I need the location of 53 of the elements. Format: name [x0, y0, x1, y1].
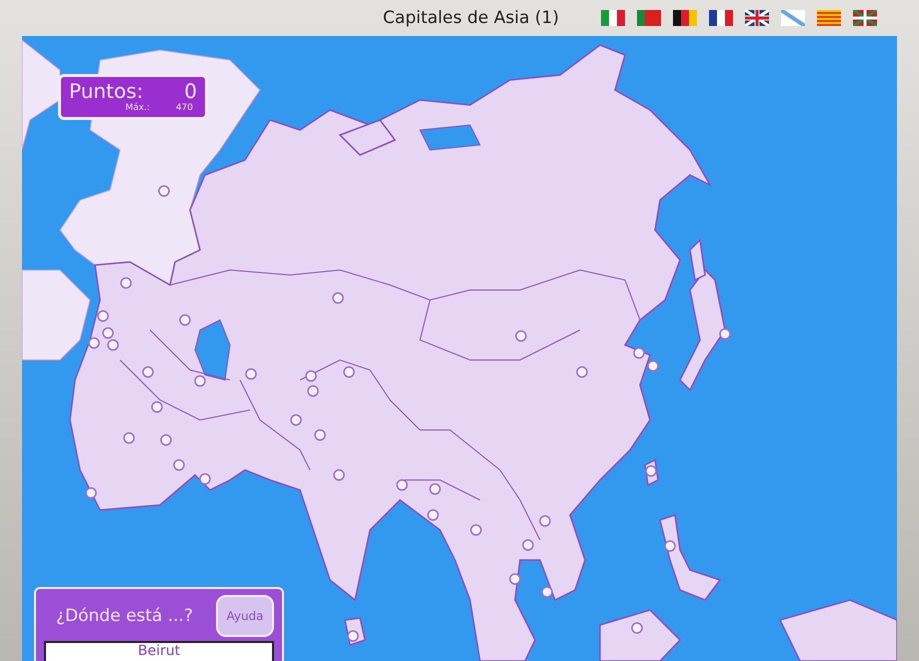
capital-marker[interactable] — [429, 483, 441, 495]
capital-marker[interactable] — [470, 524, 482, 536]
flag-icon[interactable] — [709, 10, 733, 26]
capital-marker[interactable] — [173, 459, 185, 471]
flag-icon[interactable] — [673, 10, 697, 26]
capital-marker[interactable] — [120, 277, 132, 289]
capital-marker[interactable] — [515, 330, 527, 342]
capital-marker[interactable] — [160, 434, 172, 446]
capital-marker[interactable] — [151, 401, 163, 413]
capital-marker[interactable] — [85, 487, 97, 499]
max-label: Máx.: — [125, 103, 150, 113]
flag-icon[interactable] — [601, 10, 625, 26]
capital-marker[interactable] — [179, 314, 191, 326]
score-label: Puntos: — [69, 79, 144, 103]
capital-marker[interactable] — [142, 366, 154, 378]
capital-marker[interactable] — [314, 429, 326, 441]
capital-marker[interactable] — [332, 292, 344, 304]
flag-icon[interactable] — [853, 10, 877, 26]
capital-marker[interactable] — [522, 539, 534, 551]
capital-marker[interactable] — [102, 327, 114, 339]
capital-marker[interactable] — [107, 339, 119, 351]
capital-marker[interactable] — [194, 375, 206, 387]
capital-marker[interactable] — [576, 366, 588, 378]
answer-box: Beirut — [44, 641, 274, 661]
capital-marker[interactable] — [719, 328, 731, 340]
capital-marker[interactable] — [664, 540, 676, 552]
max-value: 470 — [176, 103, 193, 113]
capital-marker[interactable] — [647, 360, 659, 372]
capital-marker[interactable] — [539, 515, 551, 527]
capital-marker[interactable] — [245, 368, 257, 380]
capital-marker[interactable] — [631, 622, 643, 634]
capital-marker[interactable] — [307, 385, 319, 397]
capital-marker[interactable] — [541, 586, 553, 598]
help-button[interactable]: Ayuda — [216, 595, 274, 637]
window-title: Capitales de Asia (1) — [382, 8, 559, 28]
capital-marker[interactable] — [97, 310, 109, 322]
capital-marker[interactable] — [633, 347, 645, 359]
score-value: 0 — [184, 79, 197, 103]
capital-marker[interactable] — [158, 185, 170, 197]
flag-icon[interactable] — [745, 10, 769, 26]
capital-marker[interactable] — [645, 465, 657, 477]
capital-marker[interactable] — [123, 432, 135, 444]
capital-marker[interactable] — [396, 479, 408, 491]
capital-marker[interactable] — [88, 337, 100, 349]
capital-marker[interactable] — [509, 573, 521, 585]
capital-marker[interactable] — [427, 509, 439, 521]
capital-marker[interactable] — [333, 469, 345, 481]
question-prompt: ¿Dónde está ...? — [56, 606, 193, 626]
capital-marker[interactable] — [343, 366, 355, 378]
capital-marker[interactable] — [305, 370, 317, 382]
capital-marker[interactable] — [199, 473, 211, 485]
capital-marker[interactable] — [290, 414, 302, 426]
capital-marker[interactable] — [347, 630, 359, 642]
